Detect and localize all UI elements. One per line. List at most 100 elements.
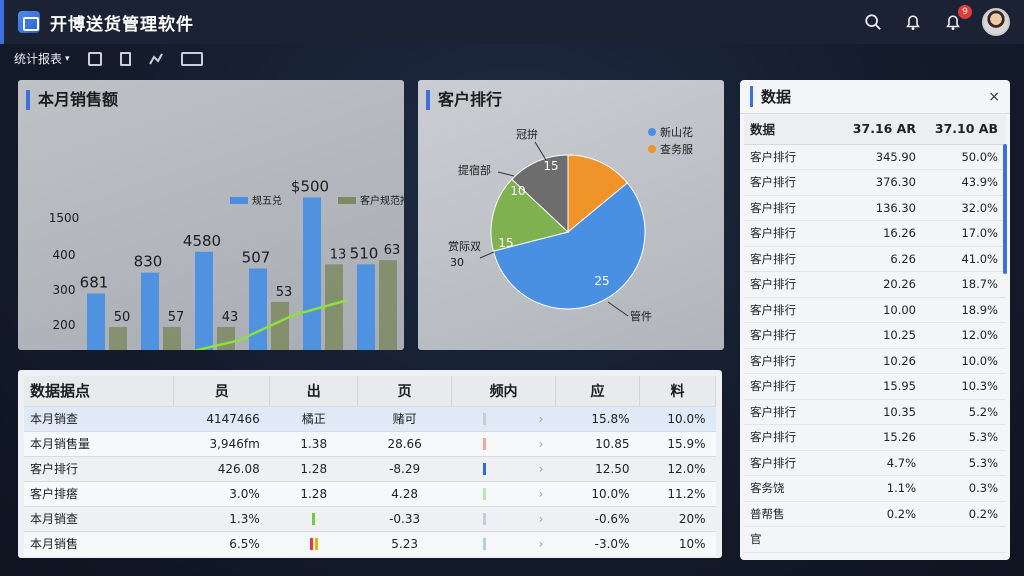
side-panel-scrollbar[interactable]: [1003, 144, 1007, 274]
side-table-row[interactable]: 客户排行 136.30 32.0%: [744, 195, 1006, 221]
report-dropdown-label: 统计报表: [14, 52, 63, 66]
app-header: 开博送货管理软件 9: [0, 0, 1024, 44]
table-row[interactable]: 客户排瘩 3.0% 1.28 4.28 › 10.0% 11.2%: [24, 480, 716, 506]
table-header[interactable]: 应: [555, 376, 640, 406]
bell-icon[interactable]: [902, 11, 924, 33]
side-table-cell: 客户排行: [744, 144, 840, 170]
side-table-cell: 客户排行: [744, 297, 840, 323]
side-table-row[interactable]: 客户排行 15.26 5.3%: [744, 424, 1006, 451]
data-table-panel: 数据据点 员 出 页 频内 应 料 本月销查 4147466 橘正 赌可 › 15.8% 1…: [18, 370, 722, 558]
side-table-cell: 客户排行: [744, 399, 840, 425]
table-row[interactable]: 本月销售 6.5% 5.23 › -3.0% 10%: [24, 530, 716, 556]
side-table-row[interactable]: 客户排行 20.26 18.7%: [744, 271, 1006, 298]
chevron-right-icon[interactable]: ›: [539, 462, 544, 476]
pie-callout: 赏际双: [448, 240, 481, 253]
chevron-right-icon[interactable]: ›: [539, 487, 544, 501]
side-table-row[interactable]: 客户排行 10.00 18.9%: [744, 297, 1006, 323]
table-row[interactable]: 本月销查 4147466 橘正 赌可 › 15.8% 10.0%: [24, 405, 716, 431]
side-table-cell: 12.0%: [924, 322, 1006, 349]
side-table-cell: 普帮售: [744, 501, 840, 527]
table-cell: [269, 530, 358, 556]
table-header[interactable]: 频内: [451, 376, 557, 406]
table-header[interactable]: 页: [357, 376, 453, 406]
data-side-panel: 数据 × 数据 37.16 AR 37.10 AB 客户排行 345.90 50.0…: [740, 80, 1010, 560]
side-table-row[interactable]: 普帮售 0.2% 0.2%: [744, 501, 1006, 527]
bar-data-label: $500: [291, 177, 329, 195]
table-row[interactable]: 本月销查 1.3% -0.33 › -0.6% 20%: [24, 505, 716, 531]
side-table-cell: 客务饶: [744, 475, 840, 502]
table-cell: 11.2%: [639, 480, 716, 506]
table-cell: 客户排行: [24, 455, 174, 481]
legend-label: 客户规范推: [360, 194, 404, 207]
trend-mark: [482, 463, 486, 475]
table-header[interactable]: 数据据点: [24, 376, 175, 406]
close-icon[interactable]: ×: [988, 89, 1000, 105]
chevron-right-icon[interactable]: ›: [539, 437, 544, 451]
side-table-row[interactable]: 客户排行 10.26 10.0%: [744, 348, 1006, 374]
side-table-cell: 10.0%: [924, 348, 1006, 374]
side-table-cell: 0.2%: [924, 501, 1006, 527]
side-table-cell: 客户排行: [744, 195, 840, 221]
side-table-row[interactable]: 客户排行 10.35 5.2%: [744, 399, 1006, 425]
report-dropdown[interactable]: 统计报表 ▾: [14, 50, 70, 67]
pie-callout: 冠拚: [516, 127, 538, 141]
legend-swatch: [338, 197, 356, 204]
side-table-row[interactable]: 客户排行 6.26 41.0%: [744, 246, 1006, 272]
bar-series1: [357, 264, 375, 350]
notifications-icon[interactable]: 9: [942, 5, 972, 33]
table-cell: 28.66: [357, 430, 452, 456]
bar-data-label: 57: [168, 310, 185, 325]
side-table-cell: 0.2%: [840, 501, 924, 527]
table-header[interactable]: 料: [639, 376, 717, 406]
side-table-row[interactable]: 客户排行 10.25 12.0%: [744, 322, 1006, 349]
side-table-cell: 5.2%: [924, 399, 1006, 425]
search-icon[interactable]: [862, 11, 884, 33]
side-table-cell: 15.95: [840, 373, 924, 400]
table-row[interactable]: 客户排行 426.08 1.28 -8.29 › 12.50 12.0%: [24, 455, 716, 481]
table-cell: 10%: [639, 530, 716, 556]
table-cell: 3.0%: [173, 480, 270, 506]
side-table-cell: 17.0%: [924, 220, 1006, 247]
side-table-row[interactable]: 客户排行 376.30 43.9%: [744, 169, 1006, 196]
sales-chart-panel: 本月销售额 1500400300200100规五兑客户规范推681501月830…: [18, 80, 404, 350]
table-cell: [269, 505, 358, 531]
table-header[interactable]: 员: [173, 376, 271, 406]
table-cell: 10.0%: [555, 480, 640, 506]
table-cell: 本月销售: [24, 530, 174, 556]
side-table-header[interactable]: 37.10 AB: [924, 114, 1006, 145]
chevron-right-icon[interactable]: ›: [539, 512, 544, 526]
grid-tool-button[interactable]: [180, 51, 203, 66]
side-table-cell: 10.26: [840, 348, 924, 374]
pie-callout: 30: [450, 256, 464, 269]
side-table-row[interactable]: 官: [744, 526, 1006, 553]
chevron-right-icon[interactable]: ›: [539, 537, 544, 551]
side-table-row[interactable]: 客户排行 4.7% 5.3%: [744, 450, 1006, 476]
save-tool-button[interactable]: [87, 51, 102, 66]
side-panel-header: 数据 ×: [740, 80, 1010, 114]
chart-tool-button[interactable]: [148, 52, 163, 66]
side-table-row[interactable]: 客户排行 345.90 50.0%: [744, 144, 1006, 170]
table-cell: -0.33: [357, 505, 452, 531]
table-cell: -8.29: [357, 455, 452, 481]
side-table-row[interactable]: 客户排行 15.95 10.3%: [744, 373, 1006, 400]
side-table-header[interactable]: 数据: [744, 114, 840, 145]
side-table-cell: 4.7%: [840, 450, 924, 476]
bar-data-label: 4580: [183, 232, 221, 250]
legend-swatch: [230, 197, 248, 204]
chevron-right-icon[interactable]: ›: [539, 412, 544, 426]
legend-label: 新山花: [660, 125, 693, 139]
side-table-cell: 16.26: [840, 220, 924, 247]
pie-slice-label: 25: [594, 274, 609, 288]
side-table-row[interactable]: 客户排行 16.26 17.0%: [744, 220, 1006, 247]
side-table-row[interactable]: 客务饶 1.1% 0.3%: [744, 475, 1006, 502]
side-table-cell: 10.00: [840, 297, 924, 323]
table-row[interactable]: 本月销售量 3,946fm 1.38 28.66 › 10.85 15.9%: [24, 430, 716, 456]
chart-tool-icon: [148, 53, 163, 64]
bar-data-label: 63: [384, 243, 401, 258]
user-avatar[interactable]: [982, 8, 1010, 36]
document-tool-button[interactable]: [119, 51, 131, 66]
side-table-header[interactable]: 37.16 AR: [840, 114, 924, 145]
legend-label: 规五兑: [252, 194, 282, 207]
table-header[interactable]: 出: [269, 376, 359, 406]
side-table-cell: 50.0%: [924, 144, 1006, 170]
